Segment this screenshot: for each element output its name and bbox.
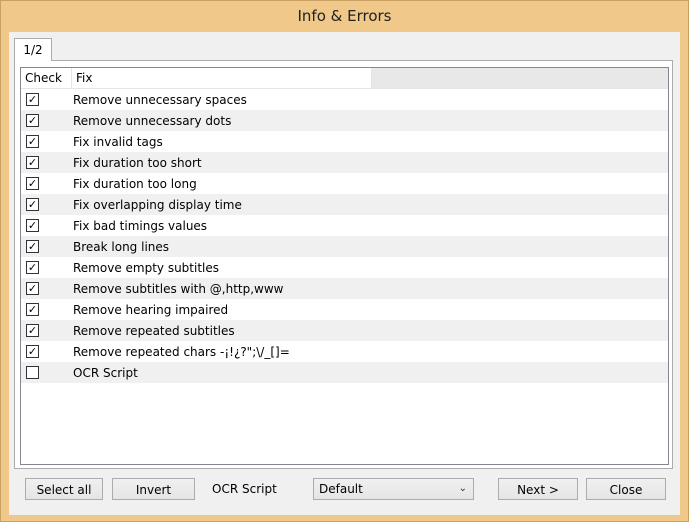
window-title: Info & Errors — [297, 7, 392, 25]
chevron-down-icon: ⌄ — [458, 483, 467, 494]
list-item[interactable]: ✓ Fix bad timings values — [21, 215, 668, 236]
list-item-label: OCR Script — [73, 366, 138, 380]
list-item-label: Fix overlapping display time — [73, 198, 242, 212]
list-item[interactable]: ✓ Remove unnecessary dots — [21, 110, 668, 131]
list-header: Check Fix — [21, 68, 668, 89]
list-item-label: Remove repeated subtitles — [73, 324, 235, 338]
list-item-label: Fix duration too long — [73, 177, 197, 191]
ocr-script-select-value: Default — [319, 482, 363, 496]
list-item-label: Remove unnecessary spaces — [73, 93, 247, 107]
list-item[interactable]: ✓ Remove hearing impaired — [21, 299, 668, 320]
column-header-fix[interactable]: Fix — [72, 68, 372, 88]
checkbox-checked[interactable]: ✓ — [26, 135, 39, 148]
tab-page-1[interactable]: 1/2 — [14, 38, 52, 61]
next-button[interactable]: Next > — [498, 478, 578, 500]
list-item[interactable]: ✓ Fix overlapping display time — [21, 194, 668, 215]
checkbox-checked[interactable]: ✓ — [26, 240, 39, 253]
checkbox-checked[interactable]: ✓ — [26, 324, 39, 337]
checkbox-checked[interactable]: ✓ — [26, 282, 39, 295]
list-item-label: Fix bad timings values — [73, 219, 208, 233]
list-item[interactable]: OCR Script — [21, 362, 668, 383]
list-item-label: Remove empty subtitles — [73, 261, 220, 275]
checkbox-checked[interactable]: ✓ — [26, 156, 39, 169]
select-all-button[interactable]: Select all — [25, 478, 103, 500]
list-item-label: Remove unnecessary dots — [73, 114, 232, 128]
checkbox-unchecked[interactable] — [26, 366, 39, 379]
list-item[interactable]: ✓ Remove repeated subtitles — [21, 320, 668, 341]
checkbox-checked[interactable]: ✓ — [26, 198, 39, 211]
ocr-script-label: OCR Script — [212, 482, 277, 496]
app-window: Info & Errors 1/2 Check Fix ✓ Remove unne… — [0, 0, 689, 522]
list-item[interactable]: ✓ Remove subtitles with @,http,www — [21, 278, 668, 299]
list-item-label: Fix duration too short — [73, 156, 202, 170]
close-button[interactable]: Close — [586, 478, 666, 500]
column-header-check[interactable]: Check — [21, 68, 72, 88]
list-item-label: Remove hearing impaired — [73, 303, 229, 317]
checkbox-checked[interactable]: ✓ — [26, 114, 39, 127]
tab-panel: Check Fix ✓ Remove unnecessary spaces ✓ Rem… — [14, 60, 673, 469]
list-item[interactable]: ✓ Fix duration too short — [21, 152, 668, 173]
list-item-label: Remove subtitles with @,http,www — [73, 282, 284, 296]
checkbox-checked[interactable]: ✓ — [26, 261, 39, 274]
ocr-script-select[interactable]: Default ⌄ — [313, 478, 474, 500]
column-header-filler — [372, 68, 668, 88]
list-item[interactable]: ✓ Remove repeated chars -¡!¿?";\/_[]= — [21, 341, 668, 362]
list-rows: ✓ Remove unnecessary spaces ✓ Remove unnece… — [21, 89, 668, 383]
list-item[interactable]: ✓ Break long lines — [21, 236, 668, 257]
list-item[interactable]: ✓ Fix invalid tags — [21, 131, 668, 152]
list-item[interactable]: ✓ Fix duration too long — [21, 173, 668, 194]
list-item[interactable]: ✓ Remove empty subtitles — [21, 257, 668, 278]
window-client: 1/2 Check Fix ✓ Remove unnecessary spaces… — [9, 32, 680, 515]
checkbox-checked[interactable]: ✓ — [26, 345, 39, 358]
list-item[interactable]: ✓ Remove unnecessary spaces — [21, 89, 668, 110]
checkbox-checked[interactable]: ✓ — [26, 303, 39, 316]
list-item-label: Break long lines — [73, 240, 170, 254]
list-item-label: Remove repeated chars -¡!¿?";\/_[]= — [73, 345, 290, 359]
checkbox-checked[interactable]: ✓ — [26, 177, 39, 190]
fix-list: Check Fix ✓ Remove unnecessary spaces ✓ Rem… — [20, 67, 669, 465]
checkbox-checked[interactable]: ✓ — [26, 93, 39, 106]
invert-button[interactable]: Invert — [112, 478, 195, 500]
list-item-label: Fix invalid tags — [73, 135, 163, 149]
checkbox-checked[interactable]: ✓ — [26, 219, 39, 232]
